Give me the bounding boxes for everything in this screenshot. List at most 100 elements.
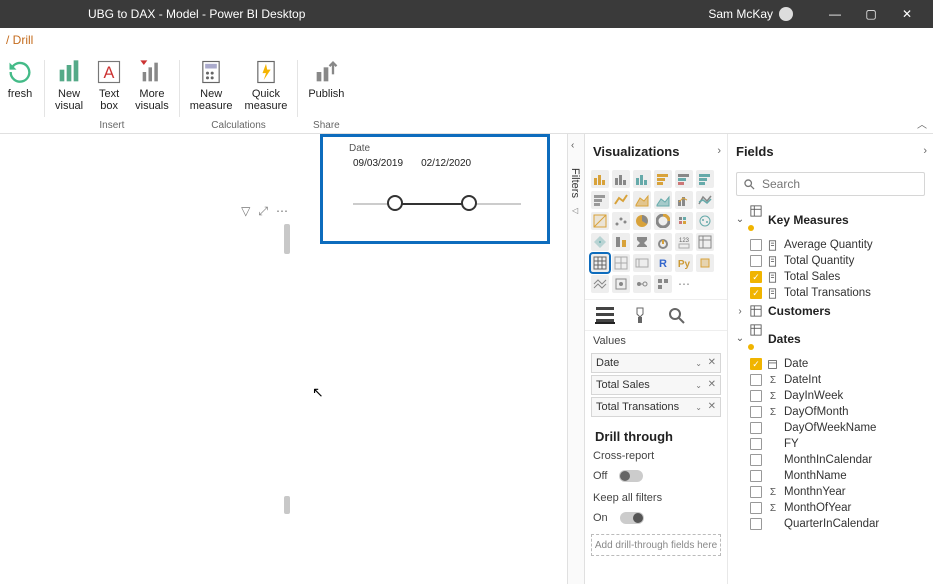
- field-item[interactable]: MonthInCalendar: [732, 452, 929, 468]
- focus-mode-icon[interactable]: ⤢: [258, 204, 268, 219]
- chevron-right-icon[interactable]: ›: [923, 145, 927, 157]
- field-checkbox[interactable]: [750, 454, 762, 466]
- field-table[interactable]: ⌄Dates: [732, 321, 929, 356]
- field-checkbox[interactable]: [750, 438, 762, 450]
- field-table[interactable]: ⌄Key Measures: [732, 202, 929, 237]
- visual-type-chip[interactable]: [675, 191, 693, 209]
- visual-type-chip[interactable]: Py: [675, 254, 693, 272]
- field-checkbox[interactable]: [750, 390, 762, 402]
- visual-type-chip[interactable]: [633, 254, 651, 272]
- field-checkbox[interactable]: [750, 518, 762, 530]
- publish-button[interactable]: Publish: [302, 56, 350, 120]
- drill-through-dropzone[interactable]: Add drill-through fields here: [591, 534, 721, 556]
- new-visual-button[interactable]: New visual: [49, 56, 89, 120]
- scrollbar-thumb[interactable]: [284, 496, 290, 514]
- chevron-right-icon[interactable]: ›: [717, 145, 721, 157]
- user-avatar[interactable]: [779, 7, 793, 21]
- chevron-down-icon[interactable]: ⌄: [695, 381, 702, 390]
- filters-pane-collapsed[interactable]: ‹ ◁ Filters: [567, 134, 585, 584]
- date-slicer-visual[interactable]: Date 09/03/2019 02/12/2020: [320, 134, 550, 244]
- field-item[interactable]: Average Quantity: [732, 237, 929, 253]
- field-checkbox[interactable]: ✓: [750, 271, 762, 283]
- visual-type-chip[interactable]: [654, 275, 672, 293]
- visual-type-chip[interactable]: [696, 254, 714, 272]
- visual-type-chip[interactable]: [591, 212, 609, 230]
- field-item[interactable]: ΣDateInt: [732, 372, 929, 388]
- visual-type-chip[interactable]: [591, 191, 609, 209]
- visual-type-chip[interactable]: [654, 170, 672, 188]
- slicer-from-date[interactable]: 09/03/2019: [353, 158, 403, 169]
- visual-type-chip[interactable]: [696, 170, 714, 188]
- field-checkbox[interactable]: [750, 502, 762, 514]
- visual-type-chip[interactable]: 123: [675, 233, 693, 251]
- more-options-icon[interactable]: ⋯: [276, 204, 288, 219]
- more-visuals-icon[interactable]: ⋯: [675, 275, 693, 293]
- format-tab-icon[interactable]: [631, 306, 651, 324]
- minimize-button[interactable]: —: [817, 0, 853, 28]
- visual-type-chip[interactable]: R: [654, 254, 672, 272]
- keep-filters-toggle[interactable]: [620, 512, 644, 524]
- field-item[interactable]: ✓Date: [732, 356, 929, 372]
- field-item[interactable]: ΣDayOfMonth: [732, 404, 929, 420]
- visual-type-chip[interactable]: [675, 170, 693, 188]
- maximize-button[interactable]: ▢: [853, 0, 889, 28]
- visualizations-header[interactable]: Visualizations ›: [585, 134, 727, 168]
- visual-type-chip[interactable]: [633, 212, 651, 230]
- visual-type-chip[interactable]: [633, 275, 651, 293]
- visual-type-chip[interactable]: [612, 170, 630, 188]
- ribbon-collapse-icon[interactable]: ︿: [917, 116, 927, 131]
- visual-type-chip[interactable]: [696, 212, 714, 230]
- field-item[interactable]: ΣDayInWeek: [732, 388, 929, 404]
- fields-header[interactable]: Fields ›: [728, 134, 933, 168]
- quick-measure-button[interactable]: Quick measure: [239, 56, 294, 120]
- report-canvas[interactable]: ▽ ⤢ ⋯ Date 09/03/2019 02/12/2020 ↖: [0, 134, 567, 584]
- field-checkbox[interactable]: [750, 470, 762, 482]
- chevron-down-icon[interactable]: ⌄: [695, 359, 702, 368]
- field-well[interactable]: Total Transations⌄✕: [591, 397, 721, 417]
- field-item[interactable]: ΣMonthnYear: [732, 484, 929, 500]
- field-checkbox[interactable]: ✓: [750, 358, 762, 370]
- field-item[interactable]: Total Quantity: [732, 253, 929, 269]
- visual-type-chip[interactable]: [633, 233, 651, 251]
- field-item[interactable]: ✓Total Sales: [732, 269, 929, 285]
- field-table[interactable]: ›Customers: [732, 301, 929, 321]
- field-item[interactable]: ΣMonthOfYear: [732, 500, 929, 516]
- slicer-to-date[interactable]: 02/12/2020: [421, 158, 471, 169]
- field-checkbox[interactable]: ✓: [750, 287, 762, 299]
- field-item[interactable]: FY: [732, 436, 929, 452]
- slicer-handle-start[interactable]: [387, 195, 403, 211]
- visual-type-chip[interactable]: [654, 191, 672, 209]
- expand-filters-icon[interactable]: ‹: [571, 140, 574, 151]
- fields-tab-icon[interactable]: [595, 306, 615, 324]
- remove-field-icon[interactable]: ✕: [708, 379, 716, 390]
- visual-type-chip[interactable]: [675, 212, 693, 230]
- field-well[interactable]: Date⌄✕: [591, 353, 721, 373]
- field-checkbox[interactable]: [750, 239, 762, 251]
- field-checkbox[interactable]: [750, 374, 762, 386]
- refresh-button[interactable]: fresh: [0, 56, 40, 120]
- field-item[interactable]: MonthName: [732, 468, 929, 484]
- remove-field-icon[interactable]: ✕: [708, 357, 716, 368]
- more-visuals-button[interactable]: More visuals: [129, 56, 175, 120]
- visual-type-chip[interactable]: [696, 191, 714, 209]
- visual-type-chip[interactable]: [591, 170, 609, 188]
- slicer-handle-end[interactable]: [461, 195, 477, 211]
- visual-type-chip[interactable]: [612, 212, 630, 230]
- visual-type-chip[interactable]: [633, 170, 651, 188]
- text-box-button[interactable]: A Text box: [89, 56, 129, 120]
- scrollbar-thumb[interactable]: [284, 224, 290, 254]
- close-button[interactable]: ✕: [889, 0, 925, 28]
- remove-field-icon[interactable]: ✕: [708, 401, 716, 412]
- visual-type-chip[interactable]: [612, 191, 630, 209]
- new-measure-button[interactable]: New measure: [184, 56, 239, 120]
- field-checkbox[interactable]: [750, 422, 762, 434]
- visual-type-chip[interactable]: [654, 212, 672, 230]
- visual-type-chip[interactable]: [612, 254, 630, 272]
- visual-type-chip[interactable]: [696, 233, 714, 251]
- visual-type-chip[interactable]: [612, 275, 630, 293]
- fields-search[interactable]: [736, 172, 925, 196]
- filter-icon[interactable]: ▽: [241, 204, 250, 219]
- visual-type-chip[interactable]: [591, 275, 609, 293]
- cross-report-toggle[interactable]: [619, 470, 643, 482]
- field-checkbox[interactable]: [750, 486, 762, 498]
